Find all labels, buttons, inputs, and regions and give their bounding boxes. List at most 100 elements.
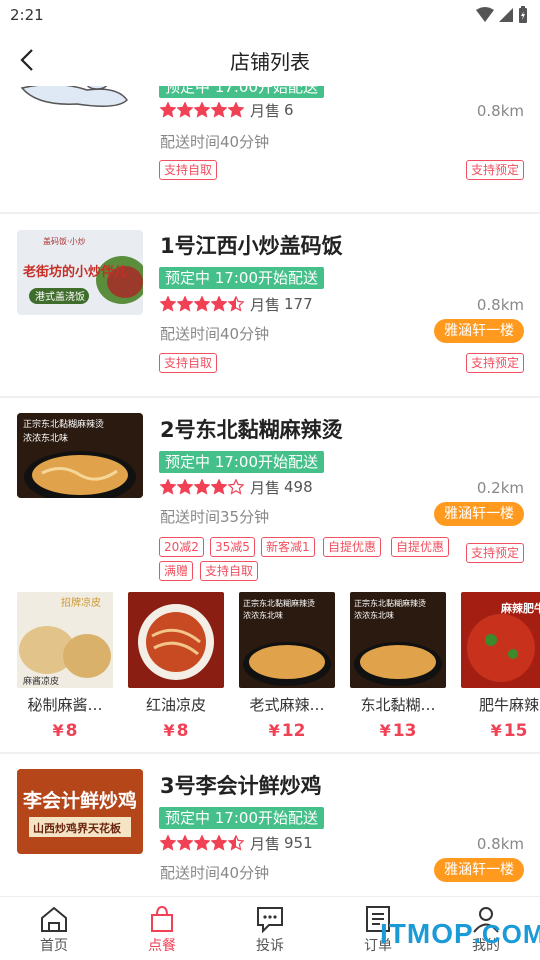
preorder-badge: 预定中 17:00开始配送 (159, 451, 324, 473)
chat-icon (257, 907, 283, 933)
star-icon (228, 835, 244, 851)
rating-stars (160, 296, 244, 312)
rating-stars (160, 479, 244, 495)
tab-label: 点餐 (148, 938, 176, 954)
dish-item[interactable]: 正宗东北黏糊麻辣烫 浓浓东北味 东北黏糊… ¥13 (350, 592, 446, 741)
dish-image: 正宗东北黏糊麻辣烫 浓浓东北味 (350, 592, 446, 688)
dish-item[interactable]: 麻辣肥牛 肥牛麻辣 ¥15 (461, 592, 540, 741)
status-bar: 2:21 (0, 0, 540, 32)
dish-image: 招牌凉皮 麻酱凉皮 (17, 592, 113, 688)
shop-thumbnail: 正宗东北黏糊麻辣烫 浓浓东北味 (17, 413, 143, 498)
tab-label: 首页 (40, 938, 68, 954)
tag-pickup: 支持自取 (200, 561, 259, 581)
sales-count: 6 (284, 101, 294, 119)
dish-price: ¥12 (268, 721, 306, 741)
status-time: 2:21 (10, 6, 44, 24)
rating-row: 月售 498 (160, 476, 313, 498)
shopping-bag-icon (151, 905, 173, 932)
distance: 0.8km (476, 835, 524, 853)
shop-list[interactable]: 预定中 17:00开始配送 月售 6 0.8km 配送时间40分钟 支持自取 支… (0, 86, 540, 896)
star-icon (228, 296, 244, 312)
star-icon (194, 835, 210, 851)
svg-text:正宗东北黏糊麻辣烫: 正宗东北黏糊麻辣烫 (354, 598, 426, 608)
tag-gift: 满赠 (159, 561, 194, 581)
star-icon (177, 296, 193, 312)
distance: 0.8km (476, 102, 524, 120)
status-icons (476, 6, 528, 24)
tag-new-customer: 新客减1 (261, 537, 315, 557)
star-icon (177, 479, 193, 495)
preorder-badge: 预定中 17:00开始配送 (159, 807, 324, 829)
dish-image (128, 592, 224, 688)
svg-text:港式盖浇饭: 港式盖浇饭 (35, 290, 85, 303)
food-illustration (20, 86, 128, 107)
dish-carousel[interactable]: 招牌凉皮 麻酱凉皮 秘制麻酱… ¥8 红油凉皮 ¥ 8 正宗东北黏糊麻辣烫 浓浓… (0, 592, 540, 742)
delivery-time: 配送时间40分钟 (160, 864, 270, 882)
distance: 0.2km (476, 479, 524, 497)
star-icon (228, 479, 244, 495)
dish-item[interactable]: 正宗东北黏糊麻辣烫 浓浓东北味 老式麻辣… ¥12 (239, 592, 335, 741)
shop-name: 3号李会计鲜炒鸡 (160, 774, 322, 798)
star-icon (160, 102, 176, 118)
shop-card[interactable]: 正宗东北黏糊麻辣烫 浓浓东北味 2号东北黏糊麻辣烫 预定中 17:00开始配送 … (0, 398, 540, 750)
star-icon (194, 102, 210, 118)
dish-price: ¥13 (379, 721, 417, 741)
wifi-icon (476, 7, 494, 22)
sales-count: 951 (284, 834, 313, 852)
star-icon (211, 296, 227, 312)
delivery-time: 配送时间35分钟 (160, 508, 270, 526)
dish-name: 老式麻辣… (249, 696, 325, 714)
shop-card[interactable]: 李会计鲜炒鸡 山西炒鸡界天花板 3号李会计鲜炒鸡 预定中 17:00开始配送 月… (0, 754, 540, 896)
shop-banner-image: 李会计鲜炒鸡 山西炒鸡界天花板 (17, 769, 143, 854)
shop-banner-image: 正宗东北黏糊麻辣烫 浓浓东北味 (17, 413, 143, 498)
location-badge: 雅涵轩一楼 (434, 319, 524, 343)
sales-label: 月售 (250, 478, 281, 497)
star-icon (177, 835, 193, 851)
dish-item[interactable]: 招牌凉皮 麻酱凉皮 秘制麻酱… ¥8 (17, 592, 113, 741)
sales-count: 498 (284, 478, 313, 496)
star-icon (194, 479, 210, 495)
signal-icon (499, 8, 513, 22)
svg-text:盖码饭·小炒: 盖码饭·小炒 (43, 236, 86, 246)
dish-price: ¥8 (163, 721, 189, 741)
tag-discount: 35减5 (210, 537, 255, 557)
tag-pickup: 支持自取 (159, 353, 218, 373)
tab-complaint[interactable]: 投诉 (216, 897, 324, 960)
star-icon (228, 102, 244, 118)
tag-discount: 20减2 (159, 537, 204, 557)
watermark: ITMOP.COM (380, 918, 540, 949)
star-icon (194, 296, 210, 312)
svg-text:招牌凉皮: 招牌凉皮 (61, 596, 101, 609)
svg-text:浓浓东北味: 浓浓东北味 (243, 610, 283, 620)
delivery-time: 配送时间40分钟 (160, 325, 270, 343)
dish-image: 麻辣肥牛 (461, 592, 540, 688)
tab-home[interactable]: 首页 (0, 897, 108, 960)
sales-label: 月售 (250, 101, 281, 120)
rating-stars (160, 835, 244, 851)
svg-text:浓浓东北味: 浓浓东北味 (23, 432, 68, 444)
dish-name: 肥牛麻辣 (478, 696, 539, 714)
star-icon (160, 479, 176, 495)
shop-thumbnail: 盖码饭·小炒 老街坊的小炒伴儿 港式盖浇饭 (17, 230, 143, 315)
rating-row: 月售 177 (160, 293, 313, 315)
star-icon (177, 102, 193, 118)
tab-label: 投诉 (256, 938, 284, 954)
title-bar: 店铺列表 (0, 32, 540, 86)
svg-text:正宗东北黏糊麻辣烫: 正宗东北黏糊麻辣烫 (23, 418, 104, 430)
tag-preorder: 支持预定 (465, 160, 524, 180)
star-icon (160, 296, 176, 312)
shop-card[interactable]: 预定中 17:00开始配送 月售 6 0.8km 配送时间40分钟 支持自取 支… (0, 86, 540, 208)
svg-text:正宗东北黏糊麻辣烫: 正宗东北黏糊麻辣烫 (243, 598, 315, 608)
star-icon (211, 835, 227, 851)
svg-text:麻辣肥牛: 麻辣肥牛 (500, 601, 540, 615)
svg-text:山西炒鸡界天花板: 山西炒鸡界天花板 (33, 821, 122, 835)
home-icon (41, 906, 67, 932)
tab-order-food[interactable]: 点餐 (108, 897, 216, 960)
svg-text:老街坊的小炒伴儿: 老街坊的小炒伴儿 (22, 264, 127, 280)
dish-item[interactable]: 红油凉皮 ¥8 (128, 592, 224, 741)
shop-name: 2号东北黏糊麻辣烫 (160, 418, 343, 442)
shop-card[interactable]: 盖码饭·小炒 老街坊的小炒伴儿 港式盖浇饭 1号江西小炒盖码饭 预定中 17:0… (0, 214, 540, 394)
dish-price: ¥15 (490, 721, 528, 741)
shop-thumbnail (17, 86, 143, 161)
tag-pickup: 支持自取 (159, 160, 218, 180)
